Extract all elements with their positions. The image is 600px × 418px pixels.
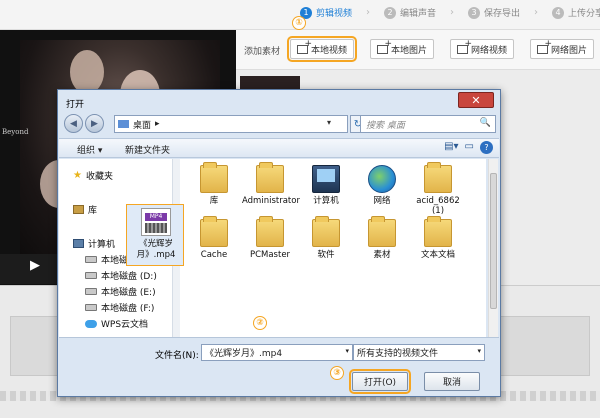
drive-icon: [85, 304, 97, 311]
step-edit-audio[interactable]: 2 编辑声音: [384, 6, 436, 19]
nav-drive-f[interactable]: 本地磁盘 (F:): [85, 301, 154, 314]
file-type-select[interactable]: 所有支持的视频文件 ▾: [353, 344, 485, 361]
library-icon: [200, 162, 228, 193]
add-web-video-icon: [457, 39, 472, 54]
nav-library[interactable]: 库: [73, 203, 97, 216]
forward-icon[interactable]: ▶: [85, 114, 104, 133]
folder-icon: [368, 216, 396, 247]
star-icon: ★: [73, 170, 82, 181]
play-icon[interactable]: ▶: [30, 258, 40, 273]
step-edit-video[interactable]: 1 剪辑视频: [300, 6, 352, 19]
file-item-acid[interactable]: acid_6862 (1): [410, 162, 466, 216]
folder-icon: [424, 216, 452, 247]
file-item-pcmaster[interactable]: PCMaster: [242, 216, 298, 260]
step-arrow-icon: ›: [450, 7, 455, 18]
organize-menu[interactable]: 组织 ▾: [77, 143, 102, 156]
step-upload-share[interactable]: 4 上传分享: [552, 6, 600, 19]
dialog-title: 打开: [66, 100, 85, 110]
add-image-icon: [377, 39, 392, 54]
filename-field[interactable]: 《光辉岁月》.mp4 ▾: [201, 344, 353, 361]
folder-icon: [424, 162, 452, 193]
preview-pane-icon[interactable]: ▭: [465, 141, 474, 154]
step-save-export[interactable]: 3 保存导出: [468, 6, 520, 19]
drive-icon: [85, 288, 97, 295]
folder-icon: [200, 216, 228, 247]
file-item-software[interactable]: 软件: [298, 216, 354, 260]
command-bar: 组织 ▾ 新建文件夹 ▤▾ ▭ ?: [59, 138, 499, 158]
selected-file-name: 《光辉岁月》.mp4: [136, 239, 176, 260]
step-arrow-icon: ›: [534, 7, 539, 18]
nav-drive-d[interactable]: 本地磁盘 (D:): [85, 269, 157, 282]
add-material-label: 添加素材: [244, 47, 281, 57]
new-folder-button[interactable]: 新建文件夹: [125, 143, 170, 156]
network-icon: [368, 165, 396, 193]
local-image-button[interactable]: 本地图片: [370, 39, 435, 59]
step-arrow-icon: ›: [366, 7, 371, 18]
computer-icon: [73, 239, 84, 248]
add-web-image-icon: [537, 39, 552, 54]
add-video-icon: [297, 39, 312, 54]
file-list-scrollbar[interactable]: [488, 159, 498, 337]
step-label: 编辑声音: [400, 9, 437, 19]
address-text: 桌面: [133, 120, 152, 131]
web-video-button[interactable]: 网络视频: [450, 39, 515, 59]
search-icon: 🔍: [479, 118, 491, 128]
local-video-button[interactable]: 本地视频: [286, 36, 358, 62]
nav-wps-cloud[interactable]: WPS云文档: [85, 317, 148, 330]
file-item-text-docs[interactable]: 文本文档: [410, 216, 466, 260]
selected-video-file[interactable]: MP4 《光辉岁月》.mp4: [126, 204, 184, 266]
add-material-bar: 添加素材 本地视频 本地图片 网络视频 网络图片: [236, 30, 600, 70]
step-progress: 1 剪辑视频 › 2 编辑声音 › 3 保存导出 › 4 上传分享: [300, 6, 600, 19]
nav-favorites[interactable]: ★ 收藏夹: [73, 169, 113, 182]
cloud-icon: [85, 319, 97, 328]
address-bar[interactable]: 桌面 ▸ ▾: [114, 115, 348, 133]
file-item-network[interactable]: 网络: [354, 165, 410, 206]
mp4-file-icon: MP4: [141, 208, 171, 236]
computer-icon: [312, 165, 340, 193]
file-list: 库 Administrator 计算机 网络 acid_6862 (1) Cac…: [180, 159, 486, 337]
view-options-icon[interactable]: ▤▾: [444, 141, 458, 154]
file-item-administrator[interactable]: Administrator: [242, 162, 300, 206]
help-icon[interactable]: ?: [480, 141, 493, 154]
folder-icon: [312, 216, 340, 247]
file-item-library[interactable]: 库: [186, 162, 242, 206]
chevron-down-icon[interactable]: ▾: [345, 347, 349, 355]
step-label: 保存导出: [484, 9, 521, 19]
drive-icon: [85, 256, 97, 263]
step-badge-2: ②: [253, 316, 267, 330]
open-file-dialog: 打开 ✕ ◀ ▶ 桌面 ▸ ▾ ↻ 搜索 桌面 🔍 组织 ▾ 新建文件夹 ▤▾ …: [57, 89, 501, 397]
close-button[interactable]: ✕: [458, 92, 494, 108]
step-badge-1: ①: [292, 16, 306, 30]
filename-label: 文件名(N):: [155, 351, 199, 361]
file-item-cache[interactable]: Cache: [186, 216, 242, 260]
folder-icon: [256, 216, 284, 247]
desktop-icon: [118, 120, 129, 128]
file-item-computer[interactable]: 计算机: [298, 165, 354, 206]
preview-overlay-text: Beyond: [2, 128, 29, 136]
folder-icon: [256, 162, 284, 193]
step-badge-3: ③: [330, 366, 344, 380]
step-number: 3: [468, 6, 481, 19]
address-arrow-icon: ▸: [155, 119, 160, 129]
step-label: 上传分享: [568, 9, 600, 19]
address-row: ◀ ▶ 桌面 ▸ ▾ ↻ 搜索 桌面 🔍: [64, 114, 496, 136]
scrollbar-thumb[interactable]: [490, 173, 497, 309]
back-icon[interactable]: ◀: [64, 114, 83, 133]
chevron-down-icon: ▾: [477, 347, 481, 355]
step-number: 2: [384, 6, 397, 19]
drive-icon: [85, 272, 97, 279]
file-item-materials[interactable]: 素材: [354, 216, 410, 260]
dialog-footer: 文件名(N): 《光辉岁月》.mp4 ▾ 所有支持的视频文件 ▾ 打开(O) 取…: [59, 337, 499, 395]
cancel-button[interactable]: 取消: [424, 372, 480, 391]
nav-computer[interactable]: 计算机: [73, 237, 115, 250]
step-label: 剪辑视频: [316, 9, 353, 19]
web-image-button[interactable]: 网络图片: [530, 39, 595, 59]
open-button[interactable]: 打开(O): [349, 369, 411, 394]
library-icon: [73, 205, 84, 214]
search-input[interactable]: 搜索 桌面 🔍: [360, 115, 496, 133]
nav-drive-e[interactable]: 本地磁盘 (E:): [85, 285, 156, 298]
step-number: 4: [552, 6, 565, 19]
address-dropdown-icon[interactable]: ▾: [327, 118, 331, 127]
